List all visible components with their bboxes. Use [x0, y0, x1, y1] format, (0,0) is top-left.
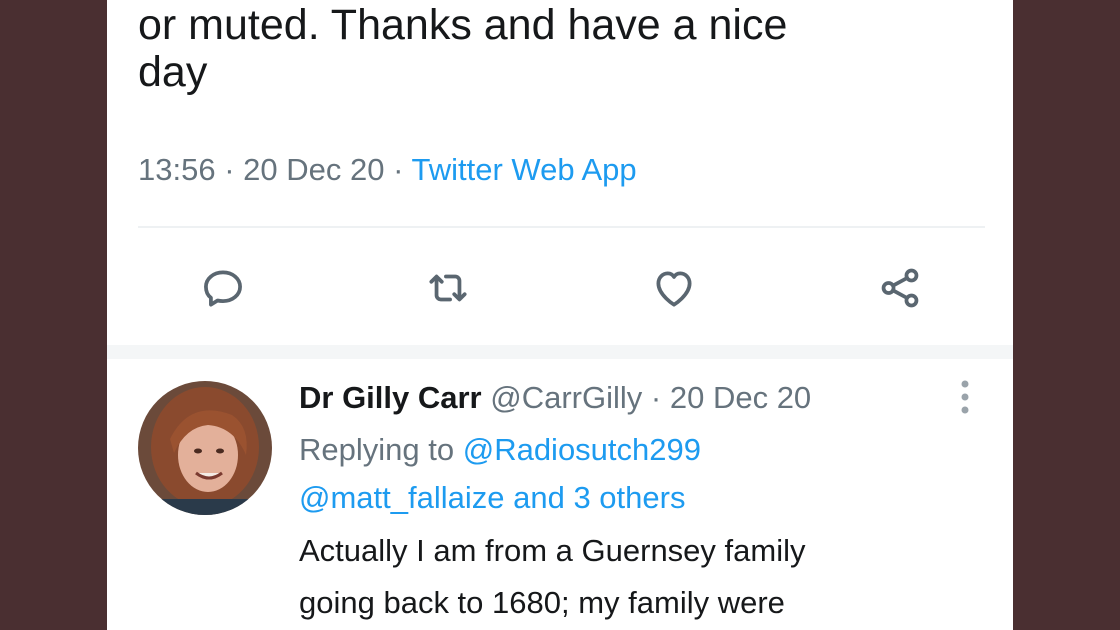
- retweet-icon: [429, 274, 467, 302]
- reply-body: Actually I am from a Guernsey family goi…: [299, 525, 959, 629]
- tweet-date[interactable]: 20 Dec 20: [243, 152, 384, 187]
- divider: [138, 226, 985, 228]
- share-button[interactable]: [870, 258, 930, 318]
- tweet-text-line2: day: [138, 48, 208, 96]
- action-bar: [107, 258, 1013, 318]
- avatar-image: [138, 381, 272, 515]
- reply-body-line1: Actually I am from a Guernsey family: [299, 533, 806, 568]
- meta-separator: ·: [393, 152, 404, 187]
- reply-date[interactable]: 20 Dec 20: [670, 380, 811, 415]
- author-handle[interactable]: @CarrGilly: [490, 380, 642, 415]
- author-name[interactable]: Dr Gilly Carr: [299, 380, 482, 415]
- tweet-source[interactable]: Twitter Web App: [412, 152, 637, 187]
- more-vertical-icon: [961, 380, 969, 414]
- reply-body-line2: going back to 1680; my family were: [299, 585, 785, 620]
- reply-icon: [204, 270, 242, 307]
- tweet-time[interactable]: 13:56: [138, 152, 216, 187]
- mention-others[interactable]: @matt_fallaize and 3 others: [299, 473, 989, 523]
- reply-header: Dr Gilly Carr @CarrGilly · 20 Dec 20: [299, 377, 989, 419]
- section-gap: [107, 345, 1013, 359]
- more-options-button[interactable]: [952, 376, 978, 418]
- replying-to: Replying to @Radiosutch299: [299, 425, 989, 475]
- mention-link[interactable]: @Radiosutch299: [463, 432, 701, 467]
- meta-separator: ·: [650, 380, 662, 415]
- tweet-meta: 13:56 · 20 Dec 20 · Twitter Web App: [138, 152, 637, 188]
- tweet-text: or muted. Thanks and have a nice day: [138, 2, 988, 96]
- tweet-card: or muted. Thanks and have a nice day 13:5…: [107, 0, 1013, 630]
- meta-separator: ·: [224, 152, 235, 187]
- reply-tweet[interactable]: Dr Gilly Carr @CarrGilly · 20 Dec 20 Rep…: [299, 377, 989, 629]
- retweet-button[interactable]: [418, 258, 478, 318]
- share-icon: [881, 268, 919, 308]
- replying-prefix: Replying to: [299, 432, 455, 467]
- heart-icon: [656, 271, 692, 307]
- tweet-text-line1: or muted. Thanks and have a nice: [138, 1, 788, 49]
- reply-button[interactable]: [193, 258, 253, 318]
- like-button[interactable]: [644, 258, 704, 318]
- avatar[interactable]: [138, 381, 272, 515]
